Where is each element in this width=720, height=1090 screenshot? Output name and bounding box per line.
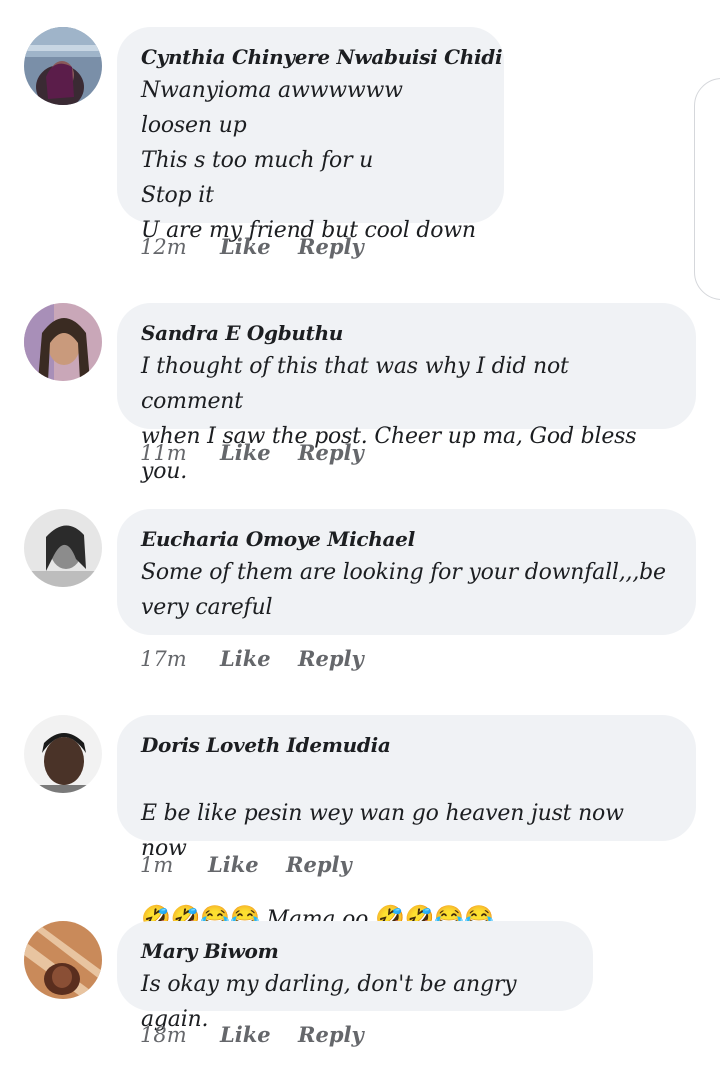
reply-button[interactable]: Reply xyxy=(298,1022,364,1047)
comment-bubble: Mary Biwom Is okay my darling, don't be … xyxy=(117,921,593,1032)
comment-text: Some of them are looking for your downfa… xyxy=(141,560,666,620)
reply-button[interactable]: Reply xyxy=(286,852,352,877)
commenter-name[interactable]: Mary Biwom xyxy=(141,935,569,967)
reply-button[interactable]: Reply xyxy=(298,646,364,671)
commenter-name[interactable]: Sandra E Ogbuthu xyxy=(141,317,672,349)
avatar[interactable] xyxy=(24,303,102,381)
comment-actions: 18m Like Reply xyxy=(140,1022,364,1047)
comment-bubble: Eucharia Omoye Michael Some of them are … xyxy=(117,509,696,635)
like-button[interactable]: Like xyxy=(220,1022,298,1047)
like-button[interactable]: Like xyxy=(220,646,298,671)
comment-actions: 12m Like Reply xyxy=(140,234,364,259)
comment-timestamp[interactable]: 17m xyxy=(140,647,220,671)
commenter-name[interactable]: Eucharia Omoye Michael xyxy=(141,523,672,555)
comment-text: I thought of this that was why I did not… xyxy=(141,354,637,484)
comment-actions: 17m Like Reply xyxy=(140,646,364,671)
like-button[interactable]: Like xyxy=(220,234,298,259)
comment-timestamp[interactable]: 1m xyxy=(140,853,208,877)
comment-bubble: Sandra E Ogbuthu I thought of this that … xyxy=(117,303,696,484)
commenter-name[interactable]: Cynthia Chinyere Nwabuisi Chidi xyxy=(141,41,503,73)
avatar[interactable] xyxy=(24,715,102,793)
comment-actions: 11m Like Reply xyxy=(140,440,364,465)
comment-bubble: Cynthia Chinyere Nwabuisi Chidi Nwanyiom… xyxy=(117,27,504,243)
like-button[interactable]: Like xyxy=(208,852,286,877)
comment-actions: 1m Like Reply xyxy=(140,852,352,877)
avatar[interactable] xyxy=(24,509,102,587)
reply-button[interactable]: Reply xyxy=(298,440,364,465)
avatar[interactable] xyxy=(24,921,102,999)
reply-button[interactable]: Reply xyxy=(298,234,364,259)
commenter-name[interactable]: Doris Loveth Idemudia xyxy=(141,729,672,761)
comment-timestamp[interactable]: 12m xyxy=(140,235,220,259)
comment-bubble: Doris Loveth Idemudia E be like pesin we… xyxy=(117,715,696,932)
avatar[interactable] xyxy=(24,27,102,105)
comment-timestamp[interactable]: 18m xyxy=(140,1023,220,1047)
like-button[interactable]: Like xyxy=(220,440,298,465)
comment-text: Nwanyioma awwwwww loosen up This s too m… xyxy=(141,78,476,243)
comment-timestamp[interactable]: 11m xyxy=(140,441,220,465)
side-card-edge xyxy=(694,78,720,300)
